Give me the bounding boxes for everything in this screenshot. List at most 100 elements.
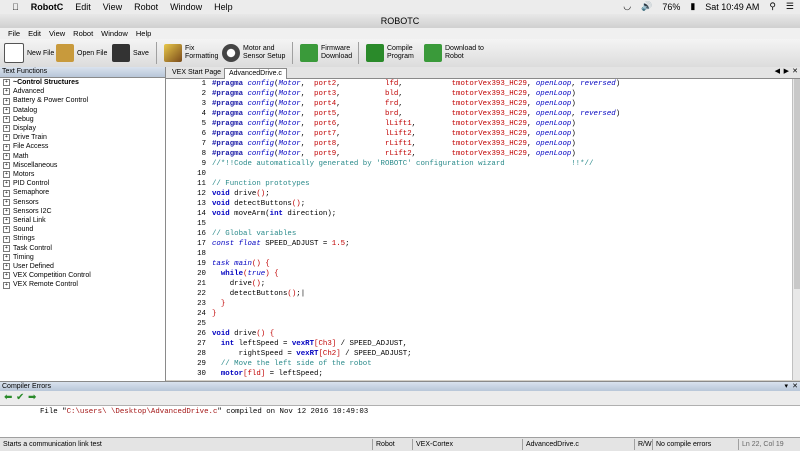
code-line[interactable]: 19 task main() { [166,259,792,269]
expand-icon[interactable]: + [3,106,10,114]
menu-window[interactable]: Window [101,29,128,38]
code-line[interactable]: 16 // Global variables [166,229,792,239]
expand-icon[interactable]: + [3,189,10,197]
download-to-robot-button[interactable]: Download to Robot [424,41,484,65]
code-line[interactable]: 4 #pragma config(Motor, port5, brd, tmoto… [166,109,792,119]
fix-formatting-button[interactable]: Fix Formatting [164,41,218,65]
expand-icon[interactable]: + [3,207,10,215]
tree-item[interactable]: + Serial Link [0,216,165,225]
clock[interactable]: Sat 10:49 AM [705,2,759,12]
compiler-msg-path[interactable]: C:\users\ \Desktop\AdvancedDrive.c [67,408,218,416]
tree-item[interactable]: + Miscellaneous [0,161,165,170]
tree-item[interactable]: + Drive Train [0,133,165,142]
code-line[interactable]: 12 void drive(); [166,189,792,199]
expand-icon[interactable]: + [3,161,10,169]
tab-scroll-right-icon[interactable]: ▶ [784,67,789,75]
code-line[interactable]: 10 [166,169,792,179]
tree-item[interactable]: + Advanced [0,87,165,96]
battery-percent[interactable]: 76% [662,2,680,12]
expand-icon[interactable]: + [3,281,10,289]
motor-sensor-setup-button[interactable]: Motor and Sensor Setup [222,41,285,65]
expand-icon[interactable]: + [3,253,10,261]
tree-item[interactable]: + Sensors I2C [0,207,165,216]
expand-icon[interactable]: + [3,125,10,133]
code-line[interactable]: 26 void drive() { [166,329,792,339]
check-icon[interactable]: ✔ [16,392,24,403]
tree-item[interactable]: + Battery & Power Control [0,96,165,105]
code-line[interactable]: 17 const float SPEED_ADJUST = 1.5; [166,239,792,249]
code-line[interactable]: 30 motor[fld] = leftSpeed; [166,369,792,379]
tab-vex-start-page[interactable]: VEX Start Page [168,68,225,78]
tree-item[interactable]: + VEX Competition Control [0,271,165,280]
code-line[interactable]: 8 #pragma config(Motor, port9, rLift2, tm… [166,149,792,159]
expand-icon[interactable]: + [3,272,10,280]
next-error-icon[interactable]: ➡ [28,392,36,403]
code-line[interactable]: 9 //*!!Code automatically generated by 'R… [166,159,792,169]
tree-item[interactable]: + Task Control [0,244,165,253]
menu-view[interactable]: View [49,29,65,38]
dropdown-icon[interactable]: ▾ [784,382,788,391]
tab-advanced-drive[interactable]: AdvancedDrive.c [224,68,287,79]
expand-icon[interactable]: + [3,244,10,252]
code-line[interactable]: 2 #pragma config(Motor, port3, bld, tmoto… [166,89,792,99]
code-editor[interactable]: 1 #pragma config(Motor, port2, lfd, tmoto… [166,79,792,380]
search-icon[interactable]: ⚲ [769,1,776,12]
code-line[interactable]: 6 #pragma config(Motor, port7, lLift2, tm… [166,129,792,139]
editor-scrollbar[interactable] [792,79,800,380]
tree-item[interactable]: + ~Control Structures [0,78,165,87]
expand-icon[interactable]: + [3,263,10,271]
tree-item[interactable]: + User Defined [0,262,165,271]
code-line[interactable]: 3 #pragma config(Motor, port4, frd, tmoto… [166,99,792,109]
close-tab-icon[interactable]: ✕ [792,67,798,75]
tree-item[interactable]: + Debug [0,115,165,124]
menu-edit[interactable]: Edit [28,29,41,38]
app-menu-name[interactable]: RobotC [31,2,64,12]
menu-file[interactable]: File [8,29,20,38]
expand-icon[interactable]: + [3,180,10,188]
code-line[interactable]: 14 void moveArm(int direction); [166,209,792,219]
mac-menu-help[interactable]: Help [214,2,233,12]
mac-menu-robot[interactable]: Robot [134,2,158,12]
tree-item[interactable]: + PID Control [0,179,165,188]
tree-item[interactable]: + Math [0,152,165,161]
expand-icon[interactable]: + [3,226,10,234]
tree-item[interactable]: + Sensors [0,198,165,207]
tree-item[interactable]: + Sound [0,225,165,234]
code-line[interactable]: 29 // Move the left side of the robot [166,359,792,369]
tree-item[interactable]: + File Access [0,142,165,151]
compile-program-button[interactable]: Compile Program [366,41,414,65]
mac-menu-window[interactable]: Window [170,2,202,12]
tree-item[interactable]: + VEX Remote Control [0,280,165,289]
new-file-button[interactable]: New File [4,41,54,65]
code-line[interactable]: 25 [166,319,792,329]
open-file-button[interactable]: Open File [56,41,107,65]
code-line[interactable]: 24} [166,309,792,319]
mac-menu-edit[interactable]: Edit [75,2,91,12]
menu-robot[interactable]: Robot [73,29,93,38]
mac-menu-view[interactable]: View [103,2,122,12]
tree-item[interactable]: + Timing [0,253,165,262]
code-line[interactable]: 13 void detectButtons(); [166,199,792,209]
expand-icon[interactable]: + [3,235,10,243]
expand-icon[interactable]: + [3,143,10,151]
code-line[interactable]: 7 #pragma config(Motor, port8, rLift1, tm… [166,139,792,149]
tab-scroll-left-icon[interactable]: ◀ [775,67,780,75]
expand-icon[interactable]: + [3,152,10,160]
code-line[interactable]: 20 while(true) { [166,269,792,279]
save-button[interactable]: Save [112,41,149,65]
expand-icon[interactable]: + [3,88,10,96]
close-panel-icon[interactable]: ✕ [792,382,798,391]
expand-icon[interactable]: + [3,171,10,179]
expand-icon[interactable]: + [3,134,10,142]
code-line[interactable]: 28 rightSpeed = vexRT[Ch2] / SPEED_ADJUS… [166,349,792,359]
tree-item[interactable]: + Strings [0,234,165,243]
code-line[interactable]: 18 [166,249,792,259]
code-line[interactable]: 27 int leftSpeed = vexRT[Ch3] / SPEED_AD… [166,339,792,349]
code-line[interactable]: 1 #pragma config(Motor, port2, lfd, tmoto… [166,79,792,89]
menu-list-icon[interactable]: ☰ [786,1,794,12]
tree-item[interactable]: + Semaphore [0,188,165,197]
volume-icon[interactable]: 🔊 [641,1,652,12]
tree-item[interactable]: + Display [0,124,165,133]
expand-icon[interactable]: + [3,198,10,206]
battery-icon[interactable]: ▮ [690,1,695,12]
